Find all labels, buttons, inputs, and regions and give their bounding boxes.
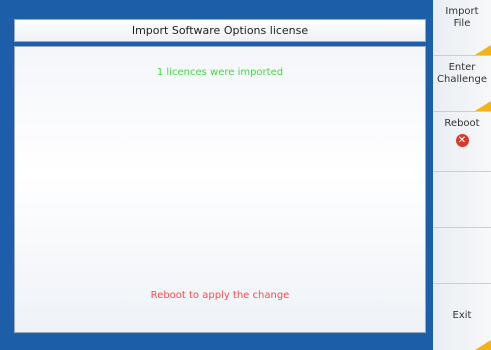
import-license-dialog: Import Software Options license 1 licenc… (0, 0, 433, 350)
import-file-tab-corner (475, 45, 491, 55)
empty-softkey-1 (433, 172, 491, 228)
import-file-label: Import File (445, 6, 479, 29)
exit-button[interactable]: Exit (433, 284, 491, 350)
close-circle-icon: ✕ (455, 134, 469, 147)
empty-softkey-2 (433, 228, 491, 284)
import-result-message: 1 licences were imported (156, 67, 284, 78)
exit-label: Exit (452, 310, 472, 321)
enter-challenge-label: Enter Challenge (437, 62, 487, 85)
exit-tab-corner (475, 340, 491, 350)
enter-challenge-button[interactable]: Enter Challenge (433, 56, 491, 112)
enter-challenge-tab-corner (475, 101, 491, 111)
reboot-label: Reboot (444, 118, 480, 129)
reboot-button[interactable]: Reboot ✕ (433, 112, 491, 172)
softkey-panel: Import File Enter Challenge Reboot ✕ Exi… (433, 0, 491, 350)
dialog-title: Import Software Options license (14, 19, 426, 42)
screen: Import Software Options license 1 licenc… (0, 0, 491, 350)
import-file-button[interactable]: Import File (433, 0, 491, 56)
dialog-body: 1 licences were imported Reboot to apply… (14, 46, 426, 333)
reboot-required-message: Reboot to apply the change (150, 290, 290, 301)
